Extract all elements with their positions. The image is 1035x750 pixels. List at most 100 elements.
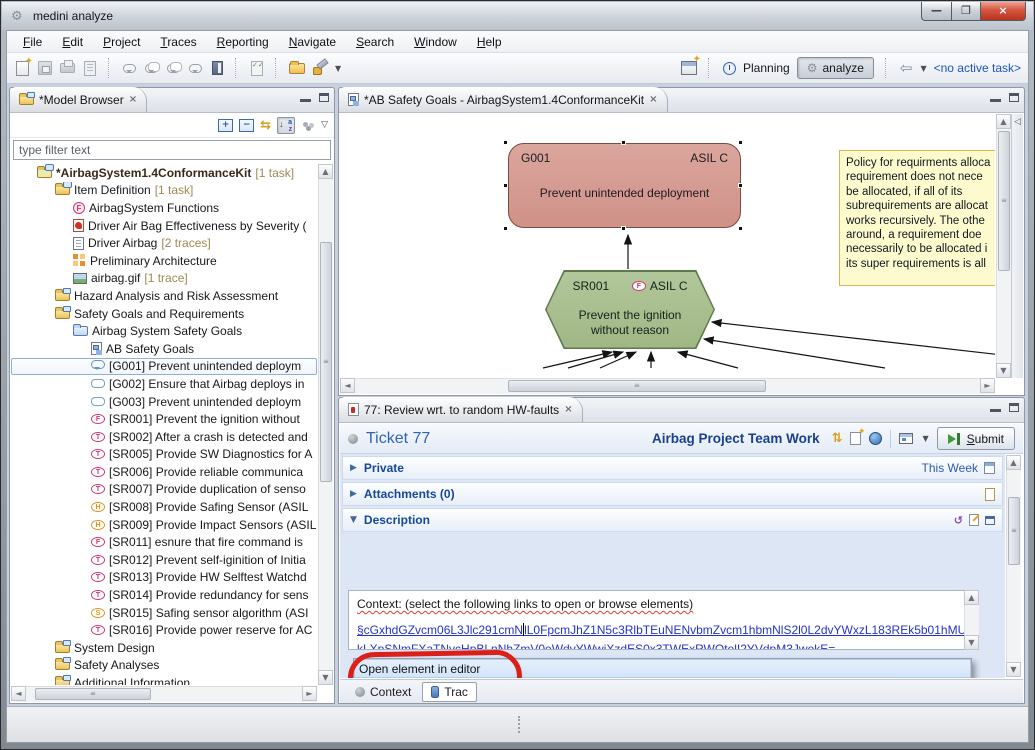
open-folder-icon[interactable] (289, 63, 305, 74)
menu-help[interactable]: Help (467, 32, 512, 52)
context-menu-item[interactable]: Open element in editor (354, 659, 971, 678)
selection-handle[interactable] (621, 140, 626, 145)
tree-item[interactable]: S[SR015] Safing sensor algorithm (ASI (11, 604, 317, 622)
open-in-browser-icon[interactable] (869, 432, 882, 445)
palette-expand-icon[interactable]: ◁ (1012, 118, 1023, 127)
filter-input[interactable] (13, 140, 331, 160)
tree-item[interactable]: F[SR001] Prevent the ignition without (11, 410, 317, 428)
sort-alphabetically-icon[interactable]: az (277, 117, 295, 134)
maximize-view-icon[interactable] (319, 93, 329, 102)
selection-handle[interactable] (738, 140, 743, 145)
tree-item[interactable]: H[SR008] Provide Safing Sensor (ASIL (11, 498, 317, 516)
tree-item[interactable]: airbag.gif [1 trace] (11, 270, 317, 288)
print-icon[interactable] (60, 63, 75, 73)
section-description[interactable]: ▼ Description ↺ (342, 508, 1003, 532)
element-link-line2[interactable]: kLXpSNmFXaTNycHpBLnNhZmV0eWdvYWwjXzdES0x… (357, 640, 970, 650)
comment-icon[interactable] (123, 64, 136, 73)
minimize-view-icon[interactable] (990, 403, 1001, 412)
brush-dropdown-icon[interactable]: ▼ (335, 64, 341, 73)
selection-handle[interactable] (503, 226, 508, 231)
selection-handle[interactable] (738, 226, 743, 231)
selection-handle[interactable] (503, 140, 508, 145)
tree-item[interactable]: T[SR016] Provide power reserve for AC (11, 621, 317, 639)
menu-project[interactable]: Project (93, 32, 150, 52)
tree-item[interactable]: T[SR012] Prevent self-iginition of Initi… (11, 551, 317, 569)
tree-item[interactable]: Safety Analyses (11, 657, 317, 675)
open-perspective-icon[interactable] (681, 61, 697, 75)
tree-item[interactable]: Preliminary Architecture (11, 252, 317, 270)
menu-file[interactable]: File (13, 32, 52, 52)
tree-item[interactable]: T[SR005] Provide SW Diagnostics for A (11, 446, 317, 464)
tree-item[interactable]: T[SR013] Provide HW Selftest Watchd (11, 569, 317, 587)
layout-icon[interactable] (899, 433, 913, 444)
window-close-button[interactable]: × (981, 2, 1026, 21)
tree-item[interactable]: System Design (11, 639, 317, 657)
new-task-icon[interactable] (850, 432, 861, 445)
tree-item[interactable]: Driver Air Bag Effectiveness by Severity… (11, 217, 317, 235)
description-vertical-scrollbar[interactable]: ▲ ▼ (964, 590, 979, 650)
tree-item[interactable]: Item Definition [1 task] (11, 182, 317, 200)
expand-all-icon[interactable]: + (218, 119, 233, 132)
edit-icon[interactable] (969, 514, 979, 526)
element-link-line1[interactable]: §cGxhdGZvcm06L3Jlc291cmNlL0FpcmJhZ1N5c3R… (357, 621, 970, 640)
ticket-vertical-scrollbar[interactable]: ▲ ≡ ▼ (1006, 455, 1021, 677)
description-textarea[interactable]: Context: (select the following links to … (348, 590, 979, 650)
section-attachments[interactable]: ▶ Attachments (0) (342, 482, 1003, 506)
synchronize-icon[interactable]: ⇅ (832, 432, 843, 445)
editor-tab[interactable]: *AB Safety Goals - AirbagSystem1.4Confor… (339, 87, 668, 112)
tree-item[interactable]: T[SR002] After a crash is detected and (11, 428, 317, 446)
back-dropdown-icon[interactable]: ▼ (920, 64, 926, 73)
filters-icon[interactable] (301, 120, 315, 130)
scheduled-value[interactable]: This Week (922, 461, 978, 475)
selection-handle[interactable] (621, 226, 626, 231)
menu-edit[interactable]: Edit (52, 32, 93, 52)
refresh-icon[interactable]: ↺ (954, 515, 963, 526)
collapse-all-icon[interactable]: − (239, 119, 254, 132)
tree-item[interactable]: [G003] Prevent unintended deploym (11, 393, 317, 411)
attach-file-icon[interactable] (985, 488, 995, 501)
tree-item[interactable]: *AirbagSystem1.4ConformanceKit [1 task] (11, 164, 317, 182)
tab-context[interactable]: Context (347, 682, 419, 702)
goal-node-g001[interactable]: G001 ASIL C Prevent unintended deploymen… (508, 143, 741, 228)
tree-item[interactable]: AB Safety Goals (11, 340, 317, 358)
editor-vertical-scrollbar[interactable]: ▲ ≡ ▼ (996, 114, 1011, 378)
menu-reporting[interactable]: Reporting (207, 32, 279, 52)
diagram-note[interactable]: Policy for requirments allocarequirement… (839, 150, 995, 286)
tree-item[interactable]: Driver Airbag [2 traces] (11, 234, 317, 252)
editor-horizontal-scrollbar[interactable]: ◄ ≡ ► (340, 378, 995, 394)
tree-horizontal-scrollbar[interactable]: ◄ ≡ ► (11, 686, 317, 702)
tree-item[interactable]: FAirbagSystem Functions (11, 199, 317, 217)
minimize-view-icon[interactable] (990, 93, 1001, 102)
comment-person-icon[interactable] (189, 64, 202, 73)
model-browser-tab[interactable]: *Model Browser × (10, 87, 147, 112)
menu-traces[interactable]: Traces (150, 32, 206, 52)
tree-item[interactable]: H[SR009] Provide Impact Sensors (ASIL (11, 516, 317, 534)
tree-item[interactable]: [G002] Ensure that Airbag deploys in (11, 375, 317, 393)
menu-navigate[interactable]: Navigate (279, 32, 346, 52)
calendar-icon[interactable] (984, 462, 995, 474)
section-private[interactable]: ▶ Private This Week (342, 456, 1003, 480)
layout-dropdown-icon[interactable]: ▼ (922, 434, 928, 443)
maximize-section-icon[interactable] (985, 516, 995, 525)
diagram-canvas[interactable]: G001 ASIL C Prevent unintended deploymen… (340, 114, 995, 378)
tree-item[interactable]: T[SR014] Provide redundancy for sens (11, 586, 317, 604)
notebook-icon[interactable] (212, 61, 223, 75)
title-bar[interactable]: ⚙ medini analyze — ❐ × (2, 2, 1033, 30)
save-icon[interactable] (38, 61, 52, 75)
menu-window[interactable]: Window (404, 32, 467, 52)
tree-item[interactable]: Safety Goals and Requirements (11, 305, 317, 323)
minimize-view-icon[interactable] (300, 93, 311, 102)
requirement-node-sr001[interactable]: SR001 F ASIL C Prevent the ignition with… (545, 270, 715, 349)
tree-item[interactable]: Additional Information (11, 674, 317, 685)
comments-icon[interactable] (145, 64, 158, 73)
palette-flyout[interactable]: ◁ (1011, 114, 1023, 378)
perspective-analyze[interactable]: ⚙ analyze (797, 57, 874, 79)
selection-handle[interactable] (738, 183, 743, 188)
tree-item[interactable]: Airbag System Safety Goals (11, 322, 317, 340)
report-icon[interactable] (84, 61, 96, 76)
selection-handle[interactable] (503, 183, 508, 188)
back-arrow-icon[interactable]: ⇦ (900, 61, 913, 76)
tree-vertical-scrollbar[interactable]: ▲ ≡ ▼ (318, 164, 333, 685)
statusbar-grip[interactable] (518, 716, 521, 733)
maximize-view-icon[interactable] (1009, 403, 1019, 412)
